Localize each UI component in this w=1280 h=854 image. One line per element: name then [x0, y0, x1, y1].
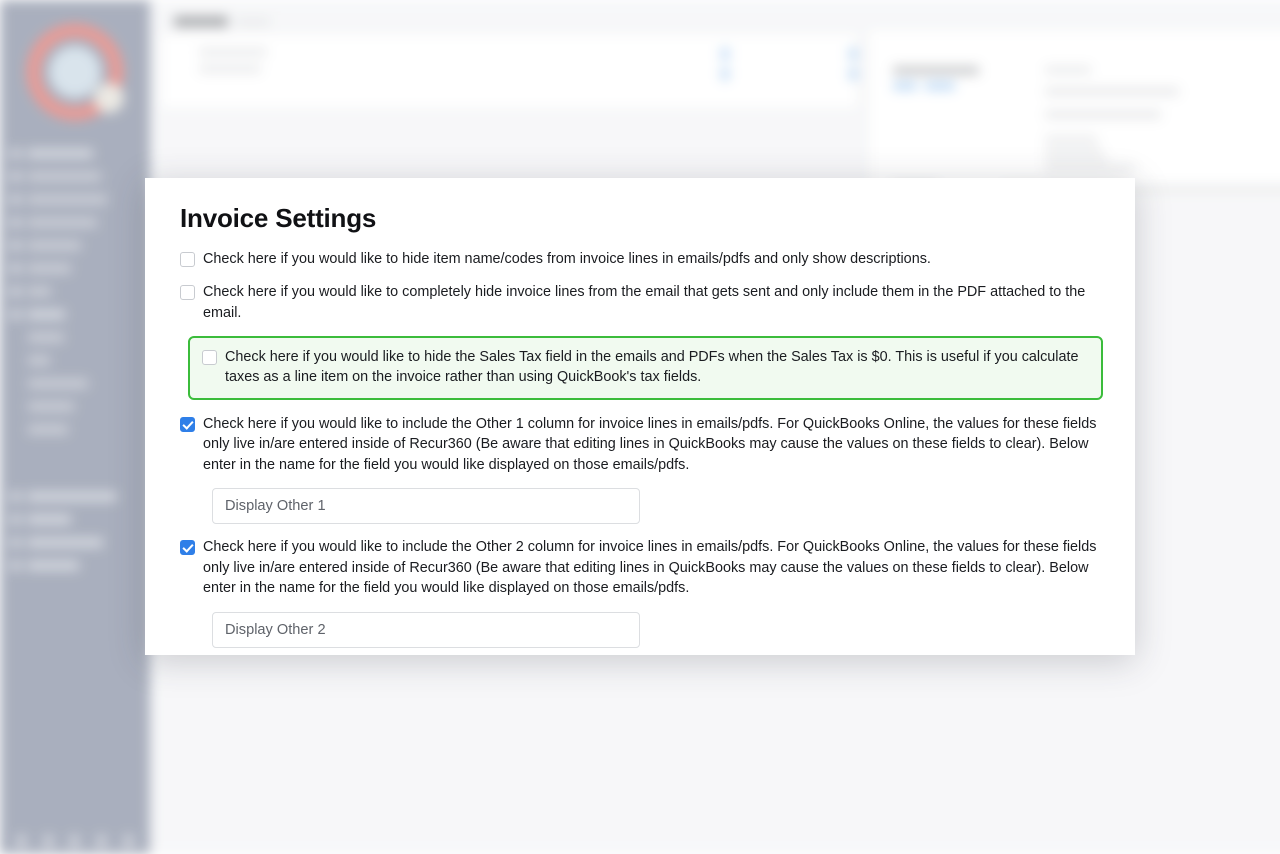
option-hide-item-names[interactable]: Check here if you would like to hide ite…: [180, 249, 1111, 269]
option-label: Check here if you would like to include …: [203, 415, 1097, 473]
checkbox-hide-sales-tax-zero[interactable]: [202, 349, 217, 365]
highlighted-option-container: Check here if you would like to hide the…: [188, 335, 1103, 400]
option-include-other-1[interactable]: Check here if you would like to include …: [180, 414, 1111, 475]
option-label: Check here if you would like to hide ite…: [203, 250, 931, 267]
checkbox-hide-item-names[interactable]: [180, 251, 195, 267]
checkbox-include-other-1[interactable]: [180, 416, 195, 432]
invoice-settings-modal: Invoice Settings Check here if you would…: [145, 178, 1135, 655]
option-include-other-2[interactable]: Check here if you would like to include …: [180, 537, 1111, 598]
option-label: Check here if you would like to complete…: [203, 284, 1086, 321]
modal-title: Invoice Settings: [180, 203, 377, 233]
option-label: Check here if you would like to hide the…: [225, 348, 1079, 386]
option-hide-sales-tax-zero[interactable]: Check here if you would like to hide the…: [202, 347, 1089, 388]
display-other-1-field[interactable]: [212, 488, 640, 525]
display-other-2-input[interactable]: [225, 621, 627, 638]
option-label: Check here if you would like to include …: [203, 539, 1097, 597]
display-other-1-input[interactable]: [225, 498, 627, 515]
checkbox-hide-invoice-lines-email[interactable]: [180, 285, 195, 301]
checkbox-include-other-2[interactable]: [180, 540, 195, 556]
option-hide-invoice-lines-email[interactable]: Check here if you would like to complete…: [180, 282, 1111, 323]
display-other-2-field[interactable]: [212, 611, 640, 648]
